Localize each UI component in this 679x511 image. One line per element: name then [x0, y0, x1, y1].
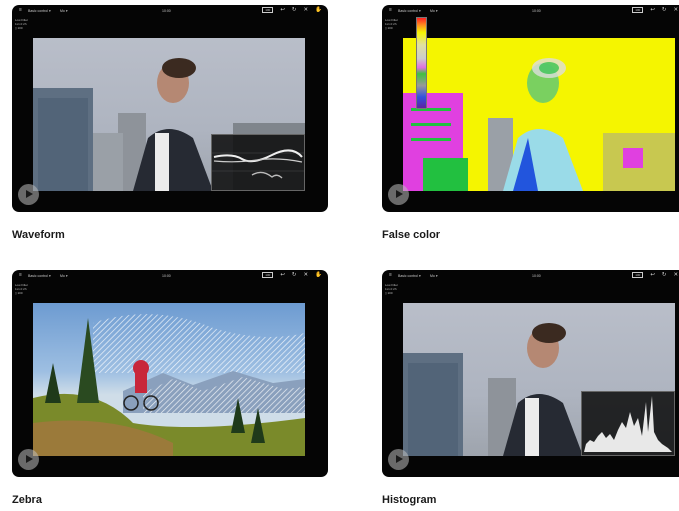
video-preview[interactable] [403, 38, 675, 191]
panel-caption: False color [382, 229, 441, 241]
device-frame: ≡ Basic control ▾ Mo ▾ 10:00 100 ↩ ↻ ✕ ✋… [12, 5, 328, 212]
hand-icon[interactable]: ✋ [315, 272, 322, 278]
panel-caption: Zebra [12, 494, 42, 506]
control-mode-dropdown[interactable]: Basic control ▾ [28, 274, 51, 278]
battery-indicator: 100 [262, 7, 274, 13]
top-bar: ≡ Basic control ▾ Mo ▾ 10:00 100 ↩ ↻ ✕ ✋ [12, 270, 328, 282]
device-frame: ≡ Basic control ▾ Mo ▾ 10:00 100 ↩ ↻ ✕ ✋… [382, 5, 679, 212]
waveform-trace [212, 149, 304, 179]
side-info: Low Filter 1x1.0 2h ▯ 100 [385, 283, 405, 295]
scene-art [403, 58, 675, 191]
play-icon[interactable] [18, 449, 39, 470]
top-bar: ≡ Basic control ▾ Mo ▾ 10:00 100 ↩ ↻ ✕ ✋ [12, 5, 328, 17]
close-icon[interactable]: ✕ [674, 7, 679, 13]
timecode: 10:00 [532, 274, 541, 278]
close-icon[interactable]: ✕ [304, 272, 309, 278]
video-preview[interactable] [403, 303, 675, 456]
menu-icon[interactable]: ≡ [19, 8, 22, 13]
timecode: 10:00 [532, 9, 541, 13]
side-info: Low Filter 1x1.0 2h ▯ 100 [15, 18, 35, 30]
close-icon[interactable]: ✕ [304, 7, 309, 13]
menu-icon[interactable]: ≡ [19, 273, 22, 278]
return-icon[interactable]: ↩ [280, 272, 285, 278]
battery-indicator: 100 [632, 7, 644, 13]
close-icon[interactable]: ✕ [674, 272, 679, 278]
top-bar: ≡ Basic control ▾ Mo ▾ 10:00 100 ↩ ↻ ✕ ✋ [382, 270, 679, 282]
top-bar: ≡ Basic control ▾ Mo ▾ 10:00 100 ↩ ↻ ✕ ✋ [382, 5, 679, 17]
secondary-dropdown[interactable]: Mo ▾ [60, 9, 68, 13]
control-mode-dropdown[interactable]: Basic control ▾ [398, 9, 421, 13]
refresh-icon[interactable]: ↻ [292, 7, 297, 13]
secondary-dropdown[interactable]: Mo ▾ [60, 274, 68, 278]
video-preview[interactable] [33, 303, 305, 456]
waveform-overlay [211, 134, 305, 191]
histogram-overlay [581, 391, 675, 456]
scene-art [33, 314, 305, 456]
battery-indicator: 100 [632, 272, 644, 278]
panel-caption: Histogram [382, 494, 437, 506]
secondary-dropdown[interactable]: Mo ▾ [430, 9, 438, 13]
play-icon[interactable] [388, 449, 409, 470]
control-mode-dropdown[interactable]: Basic control ▾ [28, 9, 51, 13]
refresh-icon[interactable]: ↻ [662, 7, 667, 13]
panel-caption: Waveform [12, 229, 65, 241]
battery-indicator: 100 [262, 272, 274, 278]
return-icon[interactable]: ↩ [650, 272, 655, 278]
refresh-icon[interactable]: ↻ [292, 272, 297, 278]
device-frame: ≡ Basic control ▾ Mo ▾ 10:00 100 ↩ ↻ ✕ ✋… [12, 270, 328, 477]
device-frame: ≡ Basic control ▾ Mo ▾ 10:00 100 ↩ ↻ ✕ ✋… [382, 270, 679, 477]
menu-icon[interactable]: ≡ [389, 8, 392, 13]
side-info: Low Filter 1x1.0 2h ▯ 100 [15, 283, 35, 295]
side-line: ▯ 100 [15, 26, 23, 30]
timecode: 10:00 [162, 9, 171, 13]
play-icon[interactable] [388, 184, 409, 205]
side-line: ▯ 100 [385, 26, 393, 30]
menu-icon[interactable]: ≡ [389, 273, 392, 278]
control-mode-dropdown[interactable]: Basic control ▾ [398, 274, 421, 278]
play-icon[interactable] [18, 184, 39, 205]
video-preview[interactable] [33, 38, 305, 191]
return-icon[interactable]: ↩ [280, 7, 285, 13]
side-line: ▯ 100 [385, 291, 393, 295]
secondary-dropdown[interactable]: Mo ▾ [430, 274, 438, 278]
hand-icon[interactable]: ✋ [315, 7, 322, 13]
return-icon[interactable]: ↩ [650, 7, 655, 13]
side-line: ▯ 100 [15, 291, 23, 295]
timecode: 10:00 [162, 274, 171, 278]
false-color-scale [416, 17, 427, 109]
side-info: Low Filter 1x1.0 2h ▯ 100 [385, 18, 405, 30]
histogram-bars [584, 396, 672, 452]
refresh-icon[interactable]: ↻ [662, 272, 667, 278]
